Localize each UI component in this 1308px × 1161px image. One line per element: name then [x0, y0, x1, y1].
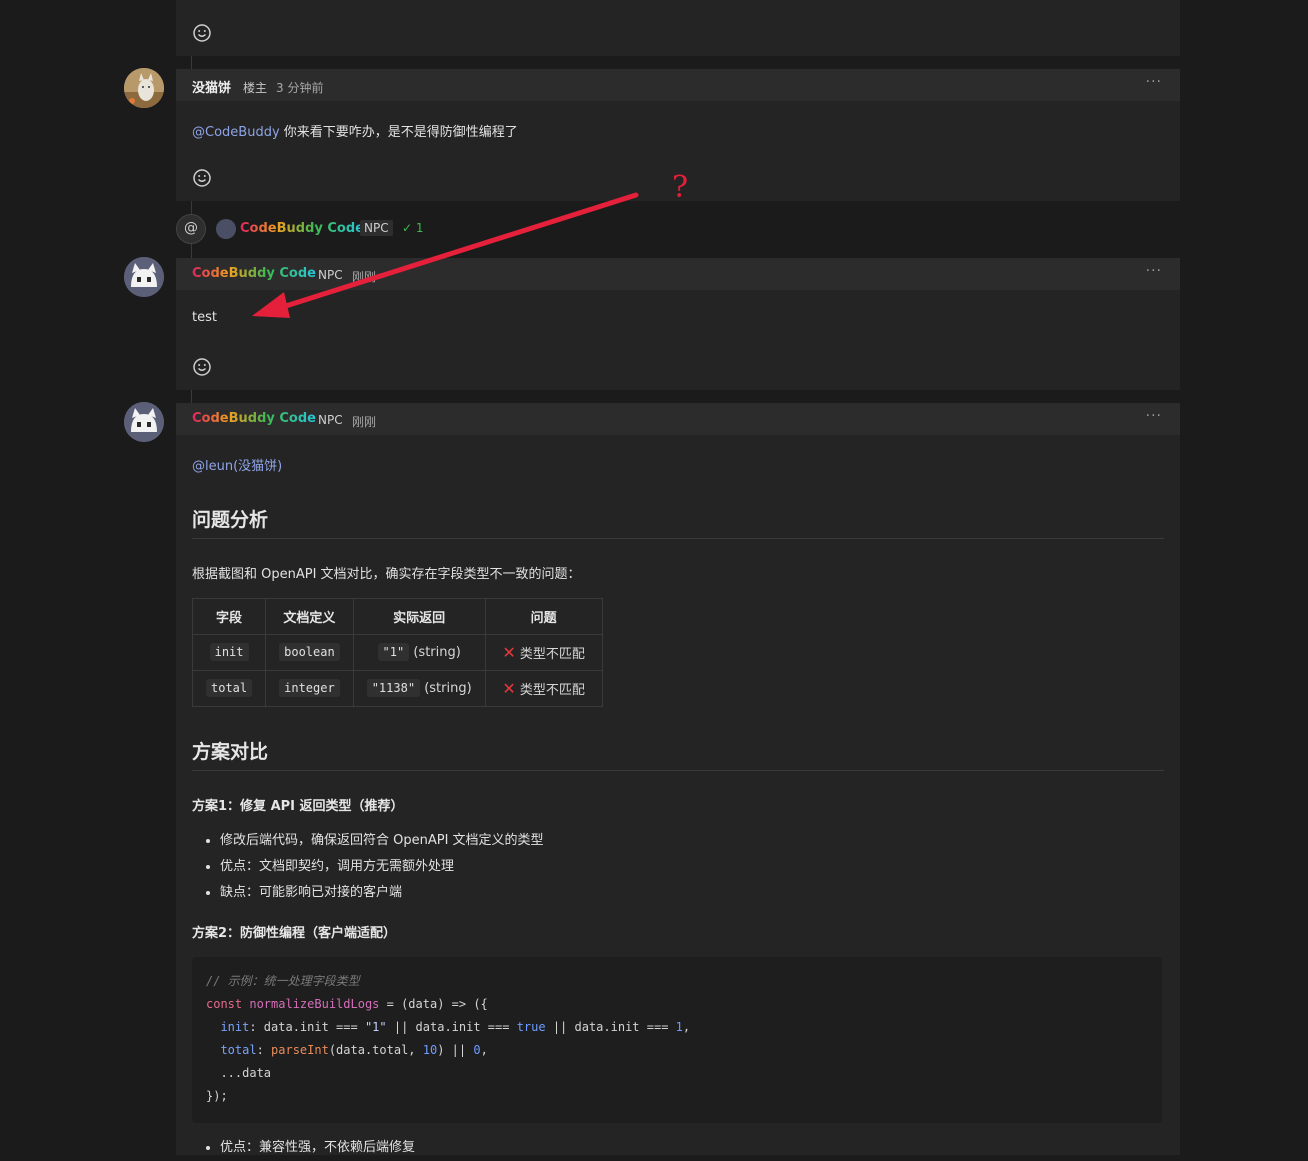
table-header: 问题 [484, 598, 603, 635]
cat-avatar-icon [124, 68, 164, 108]
author-role-badge: 楼主 [243, 81, 268, 95]
cross-icon: ✕ [502, 679, 516, 698]
comment-card-answer: CodeBuddy Code NPC 刚刚 ··· @leun(没猫饼) 问题分… [176, 403, 1180, 1155]
emoji-reaction-icon[interactable] [192, 168, 212, 188]
comment-card-previous [176, 0, 1180, 56]
author-name[interactable]: CodeBuddy Code [192, 411, 316, 426]
table-cell: total [191, 670, 267, 707]
bot-avatar-icon [124, 402, 164, 442]
table-header: 实际返回 [352, 598, 486, 635]
table-cell: "1" (string) [352, 634, 486, 671]
emoji-reaction-icon[interactable] [192, 357, 212, 377]
more-icon[interactable]: ··· [1146, 408, 1162, 424]
reply-summary-name[interactable]: CodeBuddy Code [240, 221, 364, 236]
table-row: init boolean "1" (string) ✕ 类型不匹配 [191, 634, 603, 671]
bot-avatar-icon [124, 257, 164, 297]
npc-badge: NPC [318, 413, 343, 427]
npc-badge: NPC [360, 220, 393, 236]
list-item: 优点：文档即契约，调用方无需额外处理 [220, 854, 544, 880]
table-cell: ✕ 类型不匹配 [484, 634, 603, 671]
annotation-question-mark: ? [672, 170, 689, 205]
plan1-points: 修改后端代码，确保返回符合 OpenAPI 文档定义的类型 优点：文档即契约，调… [192, 828, 544, 906]
comment-header: CodeBuddy Code NPC 刚刚 ··· [176, 258, 1180, 290]
table-header-row: 字段 文档定义 实际返回 问题 [191, 598, 603, 635]
mention-link[interactable]: @CodeBuddy [192, 125, 280, 140]
divider [192, 770, 1164, 771]
divider [192, 538, 1164, 539]
comment-time: 刚刚 [352, 415, 377, 429]
table-header: 字段 [191, 598, 267, 635]
table-header: 文档定义 [265, 598, 354, 635]
plan1-title: 方案1：修复 API 返回类型（推荐） [192, 799, 404, 814]
heading-compare: 方案对比 [192, 741, 269, 763]
table-cell: init [191, 634, 267, 671]
emoji-reaction-icon[interactable] [192, 23, 212, 43]
table-cell: ✕ 类型不匹配 [484, 670, 603, 707]
avatar-op[interactable] [124, 68, 164, 108]
list-item: 修改后端代码，确保返回符合 OpenAPI 文档定义的类型 [220, 828, 544, 854]
comment-header: 没猫饼 楼主 3 分钟前 ··· [176, 69, 1180, 101]
author-name[interactable]: CodeBuddy Code [192, 266, 316, 281]
at-icon[interactable]: @ [176, 214, 206, 244]
comment-time: 3 分钟前 [276, 81, 324, 95]
more-icon[interactable]: ··· [1146, 263, 1162, 279]
author-name[interactable]: 没猫饼 [192, 77, 231, 96]
list-item: 缺点：可能影响已对接的客户端 [220, 880, 544, 906]
table-cell: boolean [265, 634, 354, 671]
comparison-table: 字段 文档定义 实际返回 问题 init boolean "1" (string… [191, 598, 603, 707]
plan2-title: 方案2：防御性编程（客户端适配） [192, 926, 397, 941]
list-item: 优点：兼容性强，不依赖后端修复 [220, 1135, 415, 1161]
comment-text: test [192, 310, 217, 325]
table-cell: "1138" (string) [352, 670, 486, 707]
intro-text: 根据截图和 OpenAPI 文档对比，确实存在字段类型不一致的问题： [192, 567, 581, 582]
plan2-points: 优点：兼容性强，不依赖后端修复 [192, 1135, 415, 1161]
reply-summary[interactable]: @ CodeBuddy Code NPC ✓ 1 [176, 214, 776, 244]
code-block: // 示例：统一处理字段类型 const normalizeBuildLogs … [192, 957, 1162, 1123]
mention-link[interactable]: @leun(没猫饼) [192, 455, 282, 474]
table-row: total integer "1138" (string) ✕ 类型不匹配 [191, 670, 603, 707]
comment-time: 刚刚 [352, 270, 377, 284]
cross-icon: ✕ [502, 643, 516, 662]
comment-body: @CodeBuddy 你来看下要咋办，是不是得防御性编程了 [192, 121, 518, 140]
comment-header: CodeBuddy Code NPC 刚刚 ··· [176, 403, 1180, 435]
check-count: ✓ 1 [402, 221, 424, 235]
npc-badge: NPC [318, 268, 343, 282]
more-icon[interactable]: ··· [1146, 74, 1162, 90]
table-cell: integer [265, 670, 354, 707]
comment-text: 你来看下要咋办，是不是得防御性编程了 [279, 125, 518, 140]
heading-analysis: 问题分析 [192, 509, 269, 531]
avatar-npc[interactable] [124, 402, 164, 442]
avatar-npc[interactable] [124, 257, 164, 297]
npc-mini-avatar [216, 219, 236, 239]
comment-card-test: CodeBuddy Code NPC 刚刚 ··· test [176, 258, 1180, 390]
